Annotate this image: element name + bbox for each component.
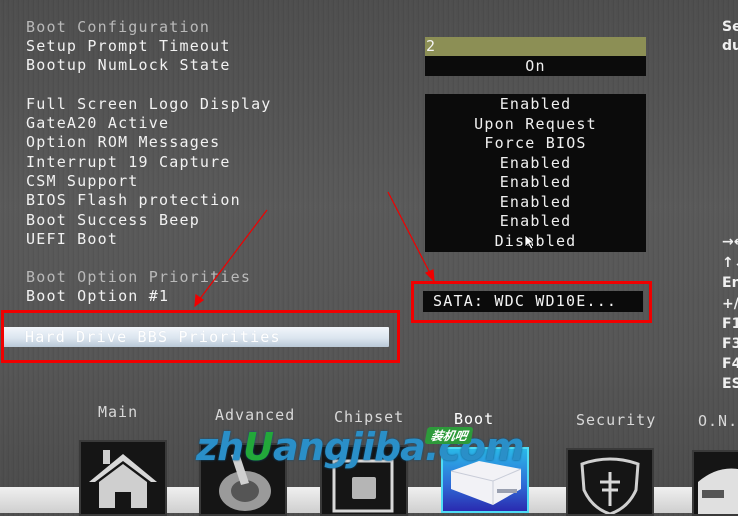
tab-security[interactable] bbox=[566, 448, 654, 516]
help-description-line-1: Se bbox=[722, 19, 738, 35]
annotation-arrow-left bbox=[194, 209, 268, 308]
tab-on[interactable] bbox=[692, 450, 738, 516]
tab-on-label[interactable]: O.N. bbox=[698, 412, 738, 430]
watermark-prefix: zh bbox=[196, 425, 244, 469]
key-hint-select-item: ↑↓ bbox=[722, 255, 738, 271]
tab-advanced-label[interactable]: Advanced bbox=[215, 406, 295, 424]
gauge-icon bbox=[698, 468, 738, 514]
key-hint-enter: En bbox=[722, 275, 738, 291]
watermark-badge: 装机吧 bbox=[424, 427, 474, 444]
tab-chipset-label[interactable]: Chipset bbox=[334, 408, 404, 426]
shield-icon bbox=[580, 457, 640, 514]
key-hint-esc: ES bbox=[722, 376, 738, 392]
key-hint-f1: F1 bbox=[722, 316, 738, 332]
watermark-suffix: angjiba.com bbox=[273, 425, 524, 469]
key-hint-f3: F3 bbox=[722, 336, 738, 352]
tab-security-label[interactable]: Security bbox=[576, 411, 656, 429]
annotation-arrow-right bbox=[387, 191, 435, 283]
home-icon bbox=[89, 450, 157, 508]
key-hint-change-option: +/ bbox=[722, 296, 738, 312]
key-hint-f4: F4 bbox=[722, 356, 738, 372]
watermark-u: U bbox=[243, 425, 274, 469]
help-description-line-2: du bbox=[722, 38, 738, 54]
tab-main[interactable] bbox=[79, 440, 167, 516]
key-hint-select-screen: →← bbox=[722, 234, 738, 250]
tab-main-label[interactable]: Main bbox=[98, 403, 138, 421]
watermark-logo: zhUangjiba.com bbox=[196, 425, 525, 469]
